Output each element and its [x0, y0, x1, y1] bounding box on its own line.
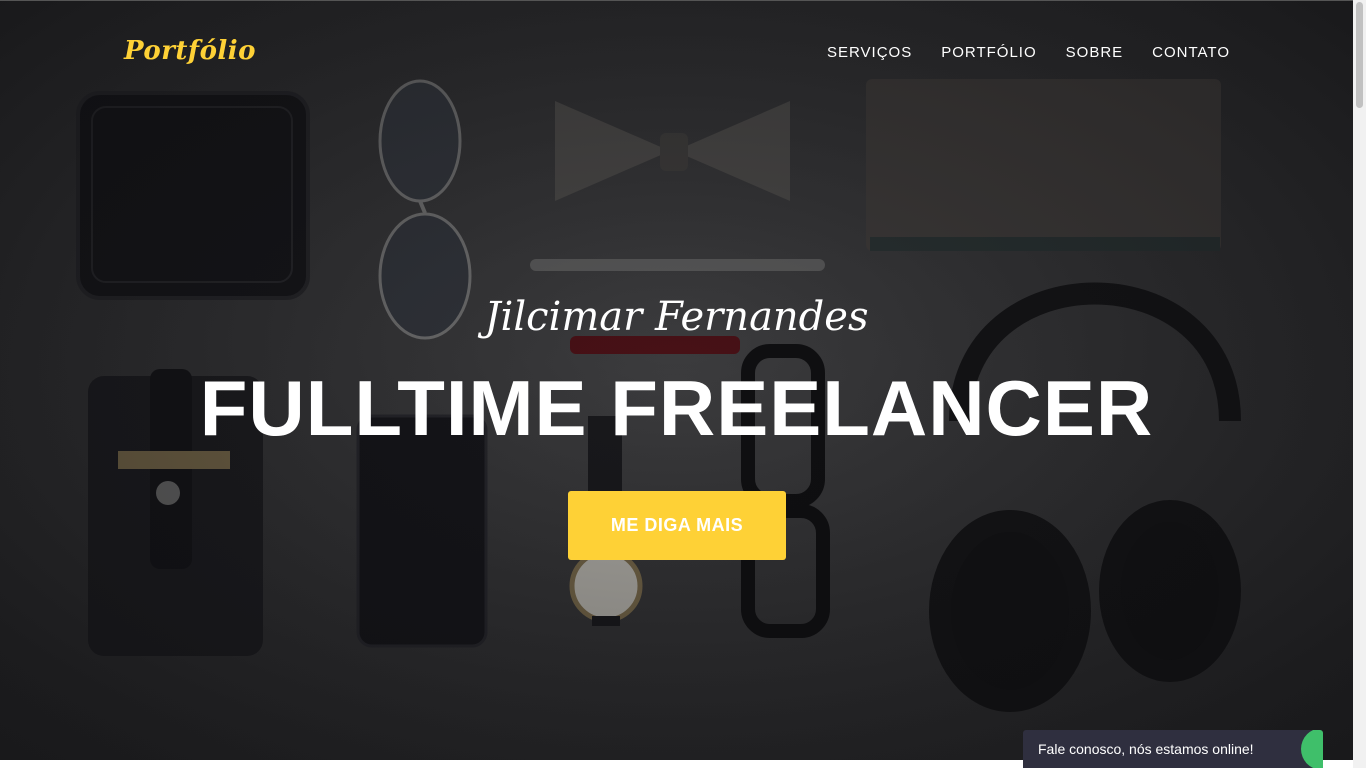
hero-headline: FULLTIME FREELANCER	[199, 364, 1154, 452]
main-nav: SERVIÇOS PORTFÓLIO SOBRE CONTATO	[798, 44, 1230, 61]
chat-widget-label: Fale conosco, nós estamos online!	[1038, 741, 1254, 757]
brand-logo[interactable]: Portfólio	[124, 36, 256, 66]
nav-item-sobre[interactable]: SOBRE	[1066, 44, 1124, 61]
nav-item-contato[interactable]: CONTATO	[1152, 44, 1230, 61]
nav-item-portfolio[interactable]: PORTFÓLIO	[941, 44, 1036, 61]
scrollbar-thumb[interactable]	[1356, 2, 1363, 108]
hero-subtitle: Jilcimar Fernandes	[484, 294, 869, 340]
tell-me-more-button[interactable]: ME DIGA MAIS	[568, 491, 786, 560]
online-status-icon	[1301, 730, 1323, 768]
chat-widget[interactable]: Fale conosco, nós estamos online!	[1023, 730, 1323, 768]
page-scrollbar[interactable]	[1353, 0, 1366, 768]
nav-item-servicos[interactable]: SERVIÇOS	[827, 44, 912, 61]
